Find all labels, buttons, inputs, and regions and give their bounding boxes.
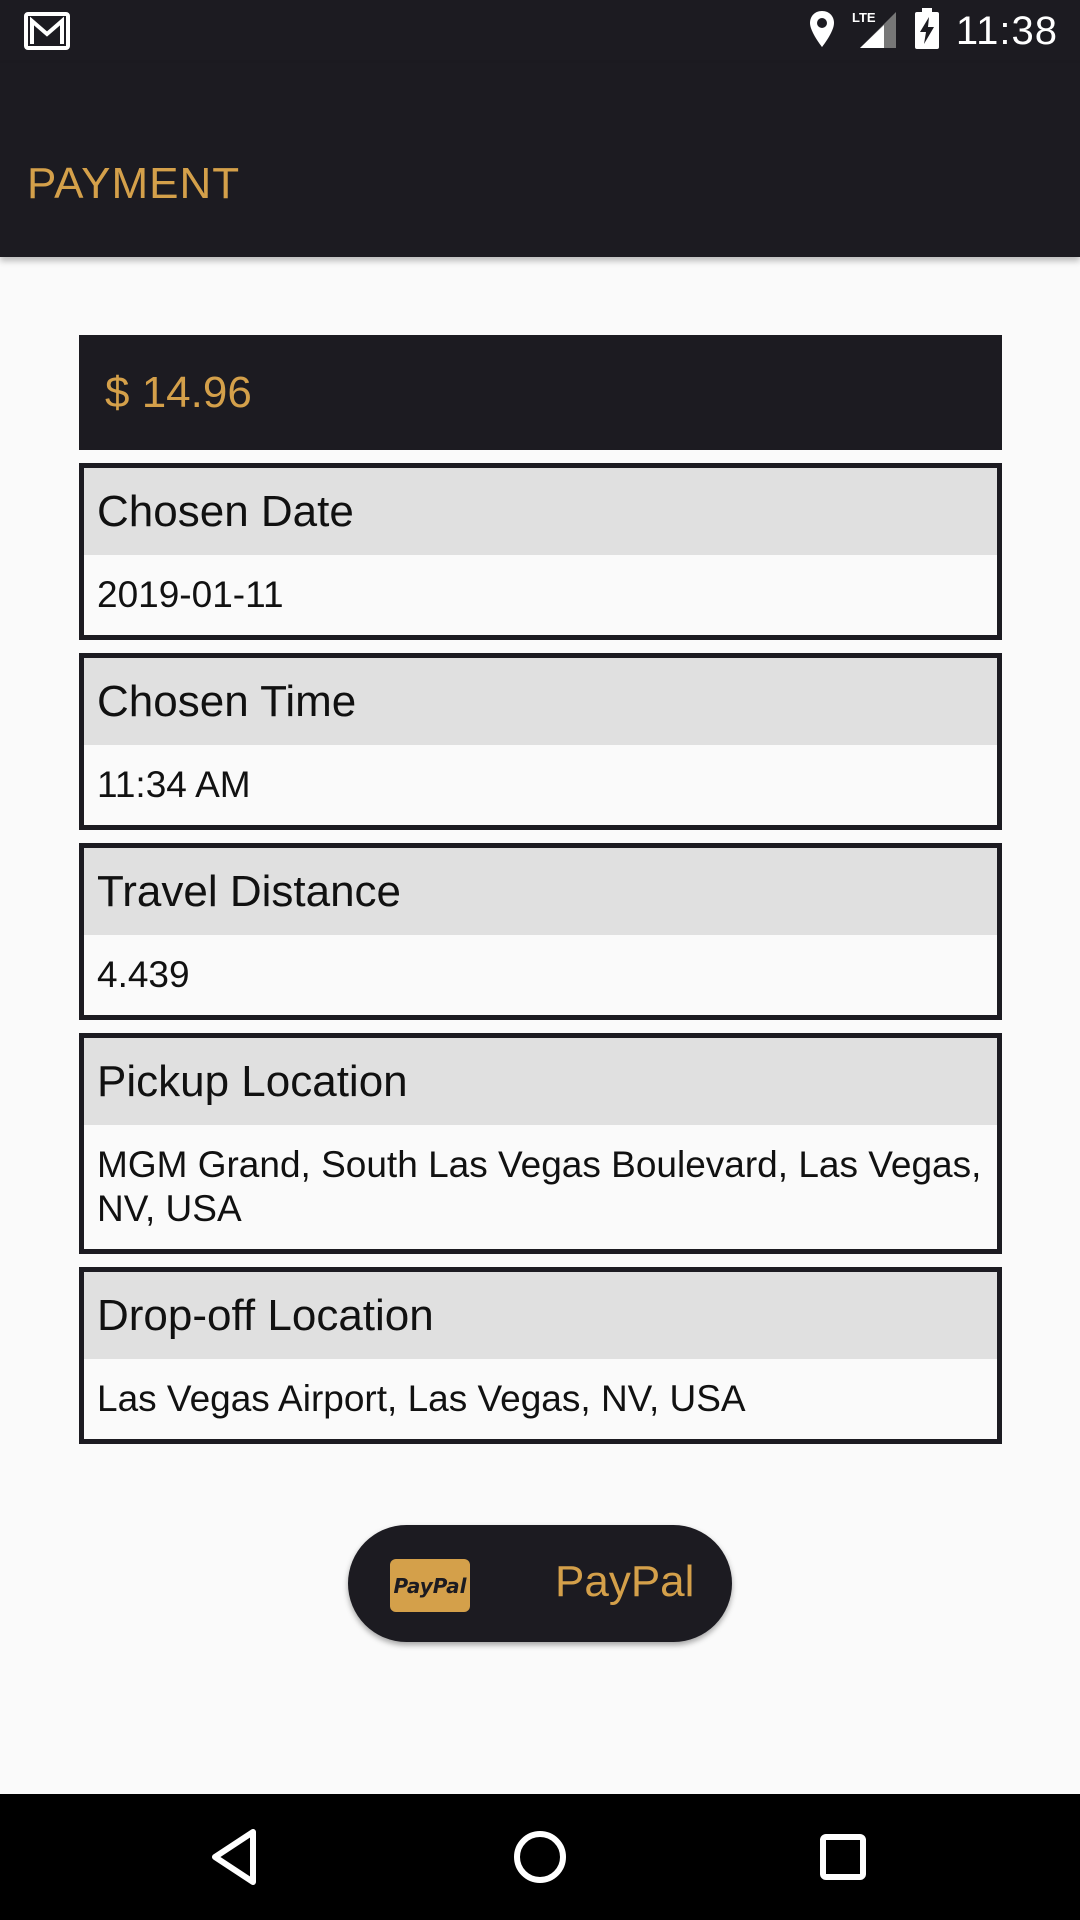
card-title: Drop-off Location	[97, 1290, 434, 1340]
home-icon[interactable]	[507, 1824, 573, 1890]
location-icon	[808, 9, 836, 54]
card-header: Travel Distance	[84, 848, 997, 935]
card-title: Pickup Location	[97, 1056, 408, 1106]
recents-icon[interactable]	[810, 1824, 876, 1890]
paypal-logo-icon: PayPal	[390, 1559, 470, 1612]
app-bar: PAYMENT	[0, 63, 1080, 257]
navigation-bar	[0, 1794, 1080, 1920]
paypal-button[interactable]: PayPal PayPal	[348, 1525, 732, 1642]
card-chosen-time: Chosen Time 11:34 AM	[79, 653, 1002, 830]
pickup-location-value: MGM Grand, South Las Vegas Boulevard, La…	[97, 1144, 982, 1229]
card-chosen-date: Chosen Date 2019-01-11	[79, 463, 1002, 640]
card-header: Chosen Date	[84, 468, 997, 555]
lte-signal-icon: LTE	[852, 8, 898, 55]
card-title: Chosen Date	[97, 486, 354, 536]
payment-screen: LTE 11:38 PAYMENT $ 14.96 Chosen Date 20…	[0, 0, 1080, 1920]
chosen-time-value: 11:34 AM	[97, 764, 251, 805]
card-dropoff-location: Drop-off Location Las Vegas Airport, Las…	[79, 1267, 1002, 1444]
card-body: 4.439	[84, 935, 997, 1015]
network-label: LTE	[852, 10, 876, 25]
paypal-button-label: PayPal	[555, 1557, 695, 1606]
status-time: 11:38	[955, 9, 1058, 53]
status-bar: LTE 11:38	[0, 0, 1080, 63]
card-pickup-location: Pickup Location MGM Grand, South Las Veg…	[79, 1033, 1002, 1254]
paypal-logo-text: PayPal	[393, 1573, 467, 1598]
card-travel-distance: Travel Distance 4.439	[79, 843, 1002, 1020]
back-icon[interactable]	[203, 1824, 269, 1890]
card-body: 2019-01-11	[84, 555, 997, 635]
chosen-date-value: 2019-01-11	[97, 574, 284, 615]
page-title: PAYMENT	[27, 159, 241, 208]
card-body: MGM Grand, South Las Vegas Boulevard, La…	[84, 1125, 997, 1249]
status-left	[24, 12, 70, 55]
card-header: Drop-off Location	[84, 1272, 997, 1359]
card-body: 11:34 AM	[84, 745, 997, 825]
gmail-icon	[24, 12, 70, 54]
card-header: Pickup Location	[84, 1038, 997, 1125]
dropoff-location-value: Las Vegas Airport, Las Vegas, NV, USA	[97, 1378, 746, 1419]
price-bar: $ 14.96	[79, 335, 1002, 450]
status-right: LTE 11:38	[808, 8, 1058, 55]
card-title: Travel Distance	[97, 866, 402, 916]
payment-details: $ 14.96 Chosen Date 2019-01-11 Chosen Ti…	[79, 335, 1002, 1444]
card-header: Chosen Time	[84, 658, 997, 745]
battery-charging-icon	[914, 8, 940, 55]
card-title: Chosen Time	[97, 676, 357, 726]
travel-distance-value: 4.439	[97, 954, 190, 995]
price-amount: $ 14.96	[105, 367, 252, 417]
card-body: Las Vegas Airport, Las Vegas, NV, USA	[84, 1359, 997, 1439]
